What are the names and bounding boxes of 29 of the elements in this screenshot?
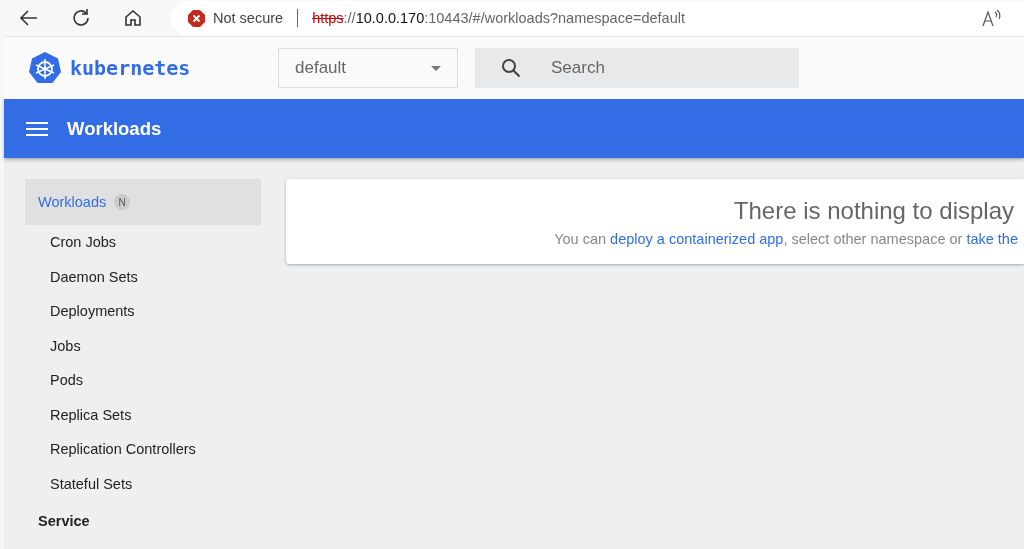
namespace-dropdown[interactable]: default [278,48,458,88]
search-field[interactable]: Search [475,48,799,88]
sidebar-item[interactable]: Workloads N [25,179,261,225]
sidebar-item[interactable]: Replica Sets [25,397,261,432]
link[interactable]: deploy a containerized app [610,231,784,247]
sidebar-item[interactable]: Stateful Sets [25,466,261,501]
sidebar-item[interactable]: Jobs [25,328,261,363]
sidebar-item[interactable]: Replication Controllers [25,432,261,467]
search-icon [501,58,521,78]
home-icon[interactable] [122,7,144,29]
sidebar-item[interactable]: Daemon Sets [25,259,261,294]
address-bar[interactable]: Not secure https://10.0.0.170:10443/#/workloads?namespace=default [170,1,1024,35]
reload-icon[interactable] [70,7,92,29]
namespace-badge: N [114,194,131,210]
sidebar-item[interactable]: Cron Jobs [25,225,261,260]
empty-message: You can deploy a containerized app, select other namespace or take the [554,231,1018,247]
security-label[interactable]: Not secure [213,10,284,26]
logo-text[interactable]: kubernetes [70,56,191,80]
menu-icon[interactable] [26,120,48,137]
empty-title: There is nothing to display [733,197,1014,225]
warning-icon [188,9,205,27]
url-text[interactable]: https://10.0.0.170:10443/#/workloads?namespace=default [312,10,685,26]
helm-wheel-icon [28,51,62,85]
read-aloud-icon[interactable] [982,9,1002,27]
page-title: Workloads [67,117,162,140]
sidebar-item[interactable]: Pods [25,363,261,398]
link[interactable]: take the [966,231,1018,247]
sidebar-item[interactable]: Deployments [25,294,261,329]
sidebar-item[interactable]: Service [25,501,261,541]
